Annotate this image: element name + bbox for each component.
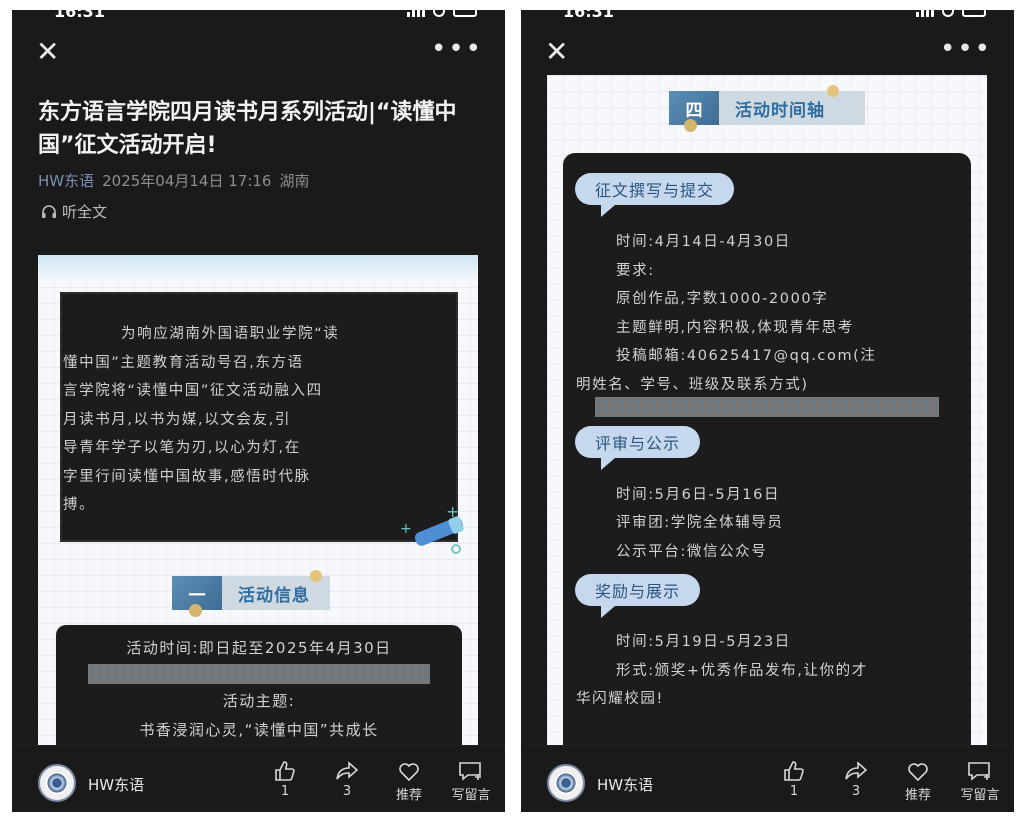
author-link[interactable]: HW东语 <box>38 170 94 191</box>
right-phone-screen: 16:31 ✕ ••• 四 活动时间轴 征文撰写与提交 时间:4月14日-4月3… <box>521 10 1014 812</box>
account-avatar[interactable] <box>547 764 585 802</box>
stage-line: 要求: <box>616 263 655 279</box>
article-title: 东方语言学院四月读书月系列活动|“读懂中国”征文活动开启! <box>38 100 457 158</box>
heart-icon <box>399 763 419 782</box>
headphones-icon <box>42 204 56 218</box>
status-icons <box>916 10 986 17</box>
stage-line: 公示平台:微信公众号 <box>616 544 768 560</box>
wifi-icon <box>433 10 445 17</box>
like-button[interactable]: 1 <box>774 760 814 803</box>
comment-add-icon <box>968 762 990 781</box>
share-button[interactable]: 3 <box>327 760 367 803</box>
intro-line: 导青年学子以笔为刃,以心为灯,在 <box>63 440 301 456</box>
more-options-icon[interactable]: ••• <box>431 36 483 62</box>
stage-tag: 评审与公示 <box>575 426 701 470</box>
stage-line: 主题鲜明,内容积极,体现青年思考 <box>616 320 854 336</box>
recommend-button[interactable]: 推荐 <box>898 760 938 803</box>
comment-add-icon <box>459 762 481 781</box>
bottom-bar: HW东语 1 3 推荐 写留言 <box>12 745 505 812</box>
battery-icon <box>962 10 986 17</box>
telescope-icon: + + <box>400 507 464 554</box>
like-count: 1 <box>789 784 799 799</box>
stage-line: 形式:颁奖+优秀作品发布,让你的才 <box>616 663 868 679</box>
publish-date: 2025年04月14日 17:16 <box>102 172 272 190</box>
share-count: 3 <box>851 784 861 799</box>
share-button[interactable]: 3 <box>836 760 876 803</box>
stage-tag: 奖励与展示 <box>575 574 701 618</box>
intro-card: 为响应湖南外国语职业学院“读 懂中国”主题教育活动号召,东方语 言学院将“读懂中… <box>60 292 458 542</box>
intro-text: 为响应湖南外国语职业学院“读 懂中国”主题教育活动号召,东方语 言学院将“读懂中… <box>62 294 456 520</box>
status-icons <box>407 10 477 17</box>
publish-location: 湖南 <box>279 172 310 190</box>
action-group: 1 3 推荐 写留言 <box>774 760 1000 803</box>
article-content: 为响应湖南外国语职业学院“读 懂中国”主题教育活动号召,东方语 言学院将“读懂中… <box>38 255 478 755</box>
stage-tag: 征文撰写与提交 <box>575 173 735 217</box>
recommend-label: 推荐 <box>904 788 931 803</box>
intro-line: 为响应湖南外国语职业学院“读 <box>121 326 340 342</box>
intro-line: 言学院将“读懂中国”征文活动融入四 <box>63 383 323 399</box>
stage-line: 评审团:学院全体辅导员 <box>616 515 784 531</box>
bottom-bar: HW东语 1 3 推荐 写留言 <box>521 745 1014 812</box>
status-time: 16:31 <box>54 10 105 21</box>
wifi-icon <box>942 10 954 17</box>
more-options-icon[interactable]: ••• <box>940 36 992 62</box>
activity-info-card: 活动时间:即日起至2025年4月30日 活动主题: 书香浸润心灵,“读懂中国”共… <box>56 625 462 755</box>
share-icon <box>845 761 868 780</box>
like-button[interactable]: 1 <box>265 760 305 803</box>
close-icon[interactable]: ✕ <box>545 38 568 66</box>
section-label: 活动时间轴 <box>719 91 865 125</box>
activity-theme-label: 活动主题: <box>222 692 296 710</box>
share-icon <box>336 761 359 780</box>
svg-text:+: + <box>400 521 412 537</box>
redacted-block <box>595 397 939 417</box>
thumbs-up-icon <box>275 761 295 781</box>
header-band <box>38 255 478 283</box>
activity-theme: 书香浸润心灵,“读懂中国”共成长 <box>139 721 379 739</box>
stage-line: 华闪耀校园! <box>576 691 664 707</box>
stage-line: 时间:5月19日-5月23日 <box>616 634 791 650</box>
article-meta: HW东语 2025年04月14日 17:16 湖南 <box>38 170 309 191</box>
close-icon[interactable]: ✕ <box>36 38 59 66</box>
recommend-button[interactable]: 推荐 <box>389 760 429 803</box>
comment-button[interactable]: 写留言 <box>960 760 1000 803</box>
section-heading-activity-info: 一 活动信息 <box>172 570 330 617</box>
intro-line: 月读书月,以书为媒,以文会友,引 <box>63 411 291 428</box>
share-count: 3 <box>342 784 352 799</box>
account-name[interactable]: HW东语 <box>597 774 653 795</box>
like-count: 1 <box>280 784 290 799</box>
article-content: 四 活动时间轴 征文撰写与提交 时间:4月14日-4月30日 要求: 原创作品,… <box>547 75 987 755</box>
intro-line: 字里行间读懂中国故事,感悟时代脉 <box>63 468 311 485</box>
section-heading-timeline: 四 活动时间轴 <box>669 85 865 132</box>
stage-line: 原创作品,字数1000-2000字 <box>616 291 829 307</box>
intro-line: 搏。 <box>63 497 96 513</box>
signal-icon <box>916 10 934 17</box>
thumbs-up-icon <box>784 761 804 781</box>
comment-label: 写留言 <box>451 788 491 803</box>
comment-label: 写留言 <box>960 788 1000 803</box>
listen-full-text-button[interactable]: 听全文 <box>40 201 107 222</box>
action-group: 1 3 推荐 写留言 <box>265 760 491 803</box>
account-name[interactable]: HW东语 <box>88 774 144 795</box>
activity-time: 活动时间:即日起至2025年4月30日 <box>126 639 392 657</box>
account-avatar[interactable] <box>38 764 76 802</box>
timeline-card: 征文撰写与提交 时间:4月14日-4月30日 要求: 原创作品,字数1000-2… <box>563 153 971 755</box>
comment-button[interactable]: 写留言 <box>451 760 491 803</box>
recommend-label: 推荐 <box>395 788 422 803</box>
stage-line: 明姓名、学号、班级及联系方式) <box>576 377 809 393</box>
left-phone-screen: 16:31 ✕ ••• 东方语言学院四月读书月系列活动|“读懂中国”征文活动开启… <box>12 10 505 812</box>
status-time: 16:31 <box>563 10 614 21</box>
signal-icon <box>407 10 425 17</box>
redacted-block <box>88 664 430 684</box>
heart-icon <box>908 763 928 782</box>
battery-icon <box>453 10 477 17</box>
stage-line: 投稿邮箱:40625417@qq.com(注 <box>616 348 877 364</box>
listen-label: 听全文 <box>62 203 108 221</box>
svg-text:+: + <box>446 507 459 521</box>
stage-line: 时间:5月6日-5月16日 <box>616 487 781 503</box>
stage-line: 时间:4月14日-4月30日 <box>616 234 791 250</box>
intro-line: 懂中国”主题教育活动号召,东方语 <box>63 354 304 371</box>
